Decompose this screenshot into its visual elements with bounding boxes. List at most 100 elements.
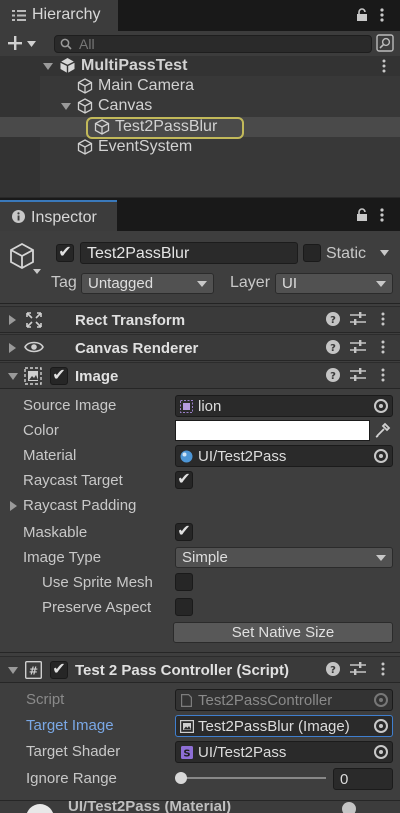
slider-thumb[interactable] <box>175 772 187 784</box>
static-toggle[interactable] <box>303 244 321 262</box>
component-menu-icon[interactable] <box>381 312 385 326</box>
object-picker-icon[interactable] <box>374 745 388 759</box>
foldout-arrow-icon[interactable] <box>9 315 16 325</box>
component-title: UI/Test2Pass (Material) <box>68 801 232 813</box>
help-icon[interactable]: ? <box>326 662 340 676</box>
target-image-field[interactable]: Test2PassBlur (Image) <box>175 715 393 737</box>
object-picker-icon[interactable] <box>374 399 388 413</box>
ignore-range-label: Ignore Range <box>26 770 117 787</box>
image-type-value: Simple <box>182 549 228 566</box>
maskable-toggle[interactable]: ✔ <box>175 523 193 541</box>
component-menu-icon[interactable] <box>381 340 385 354</box>
tab-inspector[interactable]: Inspector <box>0 200 117 231</box>
raycast-target-toggle[interactable]: ✔ <box>175 471 193 489</box>
component-menu-icon[interactable] <box>381 662 385 676</box>
eyedropper-icon[interactable] <box>375 422 391 438</box>
search-input[interactable]: All <box>54 35 372 53</box>
preset-icon[interactable] <box>350 312 366 326</box>
tree-row-scene[interactable]: MultiPassTest <box>0 56 400 76</box>
use-sprite-mesh-label: Use Sprite Mesh <box>42 574 153 591</box>
tree-row-canvas[interactable]: Canvas <box>0 96 400 116</box>
component-title: Image <box>75 368 119 385</box>
layer-value: UI <box>282 275 297 292</box>
target-shader-label: Target Shader <box>26 743 121 760</box>
gameobject-icon <box>77 139 93 155</box>
preset-icon[interactable] <box>350 368 366 382</box>
script-field: Test2PassController <box>175 689 393 711</box>
ignore-range-input[interactable]: 0 <box>333 768 393 790</box>
add-object-button[interactable] <box>6 33 40 53</box>
component-header-controller[interactable]: # ✔ Test 2 Pass Controller (Script) ? <box>0 656 400 683</box>
static-dropdown-icon[interactable] <box>380 250 389 256</box>
help-icon[interactable] <box>342 802 356 813</box>
layer-dropdown[interactable]: UI <box>275 273 393 294</box>
active-toggle[interactable]: ✔ <box>56 244 74 262</box>
expand-arrow[interactable] <box>61 103 71 110</box>
foldout-arrow-icon[interactable] <box>8 373 18 380</box>
tree-label: Main Camera <box>98 77 195 94</box>
source-image-field[interactable]: lion <box>175 395 393 417</box>
set-native-size-button[interactable]: Set Native Size <box>173 622 393 643</box>
object-picker-icon[interactable] <box>374 449 388 463</box>
chevron-down-icon <box>376 281 386 287</box>
svg-text:?: ? <box>330 343 336 354</box>
component-header-image[interactable]: ✔ Image ? <box>0 362 400 389</box>
foldout-arrow-icon[interactable] <box>9 343 16 353</box>
controller-enabled-toggle[interactable]: ✔ <box>50 661 68 679</box>
selection-highlight <box>86 117 244 139</box>
target-shader-value: UI/Test2Pass <box>198 744 287 761</box>
material-label: Material <box>23 447 77 464</box>
preset-icon[interactable] <box>350 662 366 676</box>
source-image-label: Source Image <box>23 397 117 414</box>
source-image-value: lion <box>198 398 222 415</box>
search-icon <box>60 38 74 50</box>
preserve-aspect-toggle[interactable] <box>175 598 193 616</box>
inspector-menu-icon[interactable] <box>380 208 384 222</box>
help-icon[interactable]: ? <box>326 312 340 326</box>
expand-arrow[interactable] <box>43 63 53 70</box>
raycast-padding-foldout[interactable] <box>10 501 17 511</box>
target-shader-field[interactable]: S UI/Test2Pass <box>175 741 393 763</box>
tab-hierarchy[interactable]: Hierarchy <box>0 0 118 31</box>
object-picker-icon <box>374 693 388 707</box>
image-icon <box>24 367 42 385</box>
help-icon[interactable]: ? <box>326 368 340 382</box>
tree-row-eventsystem[interactable]: EventSystem <box>0 137 400 157</box>
icon-chevron-down-icon[interactable] <box>33 269 41 274</box>
material-value: UI/Test2Pass <box>198 448 287 465</box>
component-header-canvas-renderer[interactable]: Canvas Renderer ? <box>0 334 400 361</box>
lock-icon[interactable] <box>356 8 368 22</box>
foldout-arrow-icon[interactable] <box>8 667 18 674</box>
tree-row-main-camera[interactable]: Main Camera <box>0 76 400 96</box>
inspector-lock-icon[interactable] <box>356 208 368 222</box>
material-field[interactable]: UI/Test2Pass <box>175 445 393 467</box>
tab-hierarchy-label: Hierarchy <box>32 6 101 23</box>
scene-search-icon[interactable] <box>376 34 394 52</box>
component-title: Canvas Renderer <box>75 340 199 357</box>
tree-label: MultiPassTest <box>81 57 188 74</box>
script-value: Test2PassController <box>198 692 333 709</box>
color-swatch[interactable] <box>175 420 370 441</box>
preset-icon[interactable] <box>350 340 366 354</box>
object-picker-icon[interactable] <box>374 719 388 733</box>
chevron-down-icon <box>376 555 386 561</box>
checkmark-icon: ✔ <box>177 523 191 540</box>
component-menu-icon[interactable] <box>381 368 385 382</box>
scene-menu-icon[interactable] <box>382 59 386 73</box>
raycast-padding-label[interactable]: Raycast Padding <box>23 497 136 514</box>
gameobject-name-field[interactable]: Test2PassBlur <box>80 242 298 264</box>
use-sprite-mesh-toggle[interactable] <box>175 573 193 591</box>
layer-label: Layer <box>230 274 271 291</box>
image-type-dropdown[interactable]: Simple <box>175 547 393 568</box>
tag-dropdown[interactable]: Untagged <box>81 273 214 294</box>
image-enabled-toggle[interactable]: ✔ <box>50 367 68 385</box>
hierarchy-menu-icon[interactable] <box>380 8 384 22</box>
component-header-rect-transform[interactable]: Rect Transform ? <box>0 306 400 333</box>
component-divider <box>0 652 400 653</box>
maskable-label: Maskable <box>23 524 88 541</box>
material-preview-header[interactable]: UI/Test2Pass (Material) <box>0 801 400 813</box>
checkmark-icon: ✔ <box>52 367 66 384</box>
help-icon[interactable]: ? <box>326 340 340 354</box>
ignore-range-slider[interactable] <box>175 768 327 788</box>
material-sphere-icon <box>180 450 193 463</box>
